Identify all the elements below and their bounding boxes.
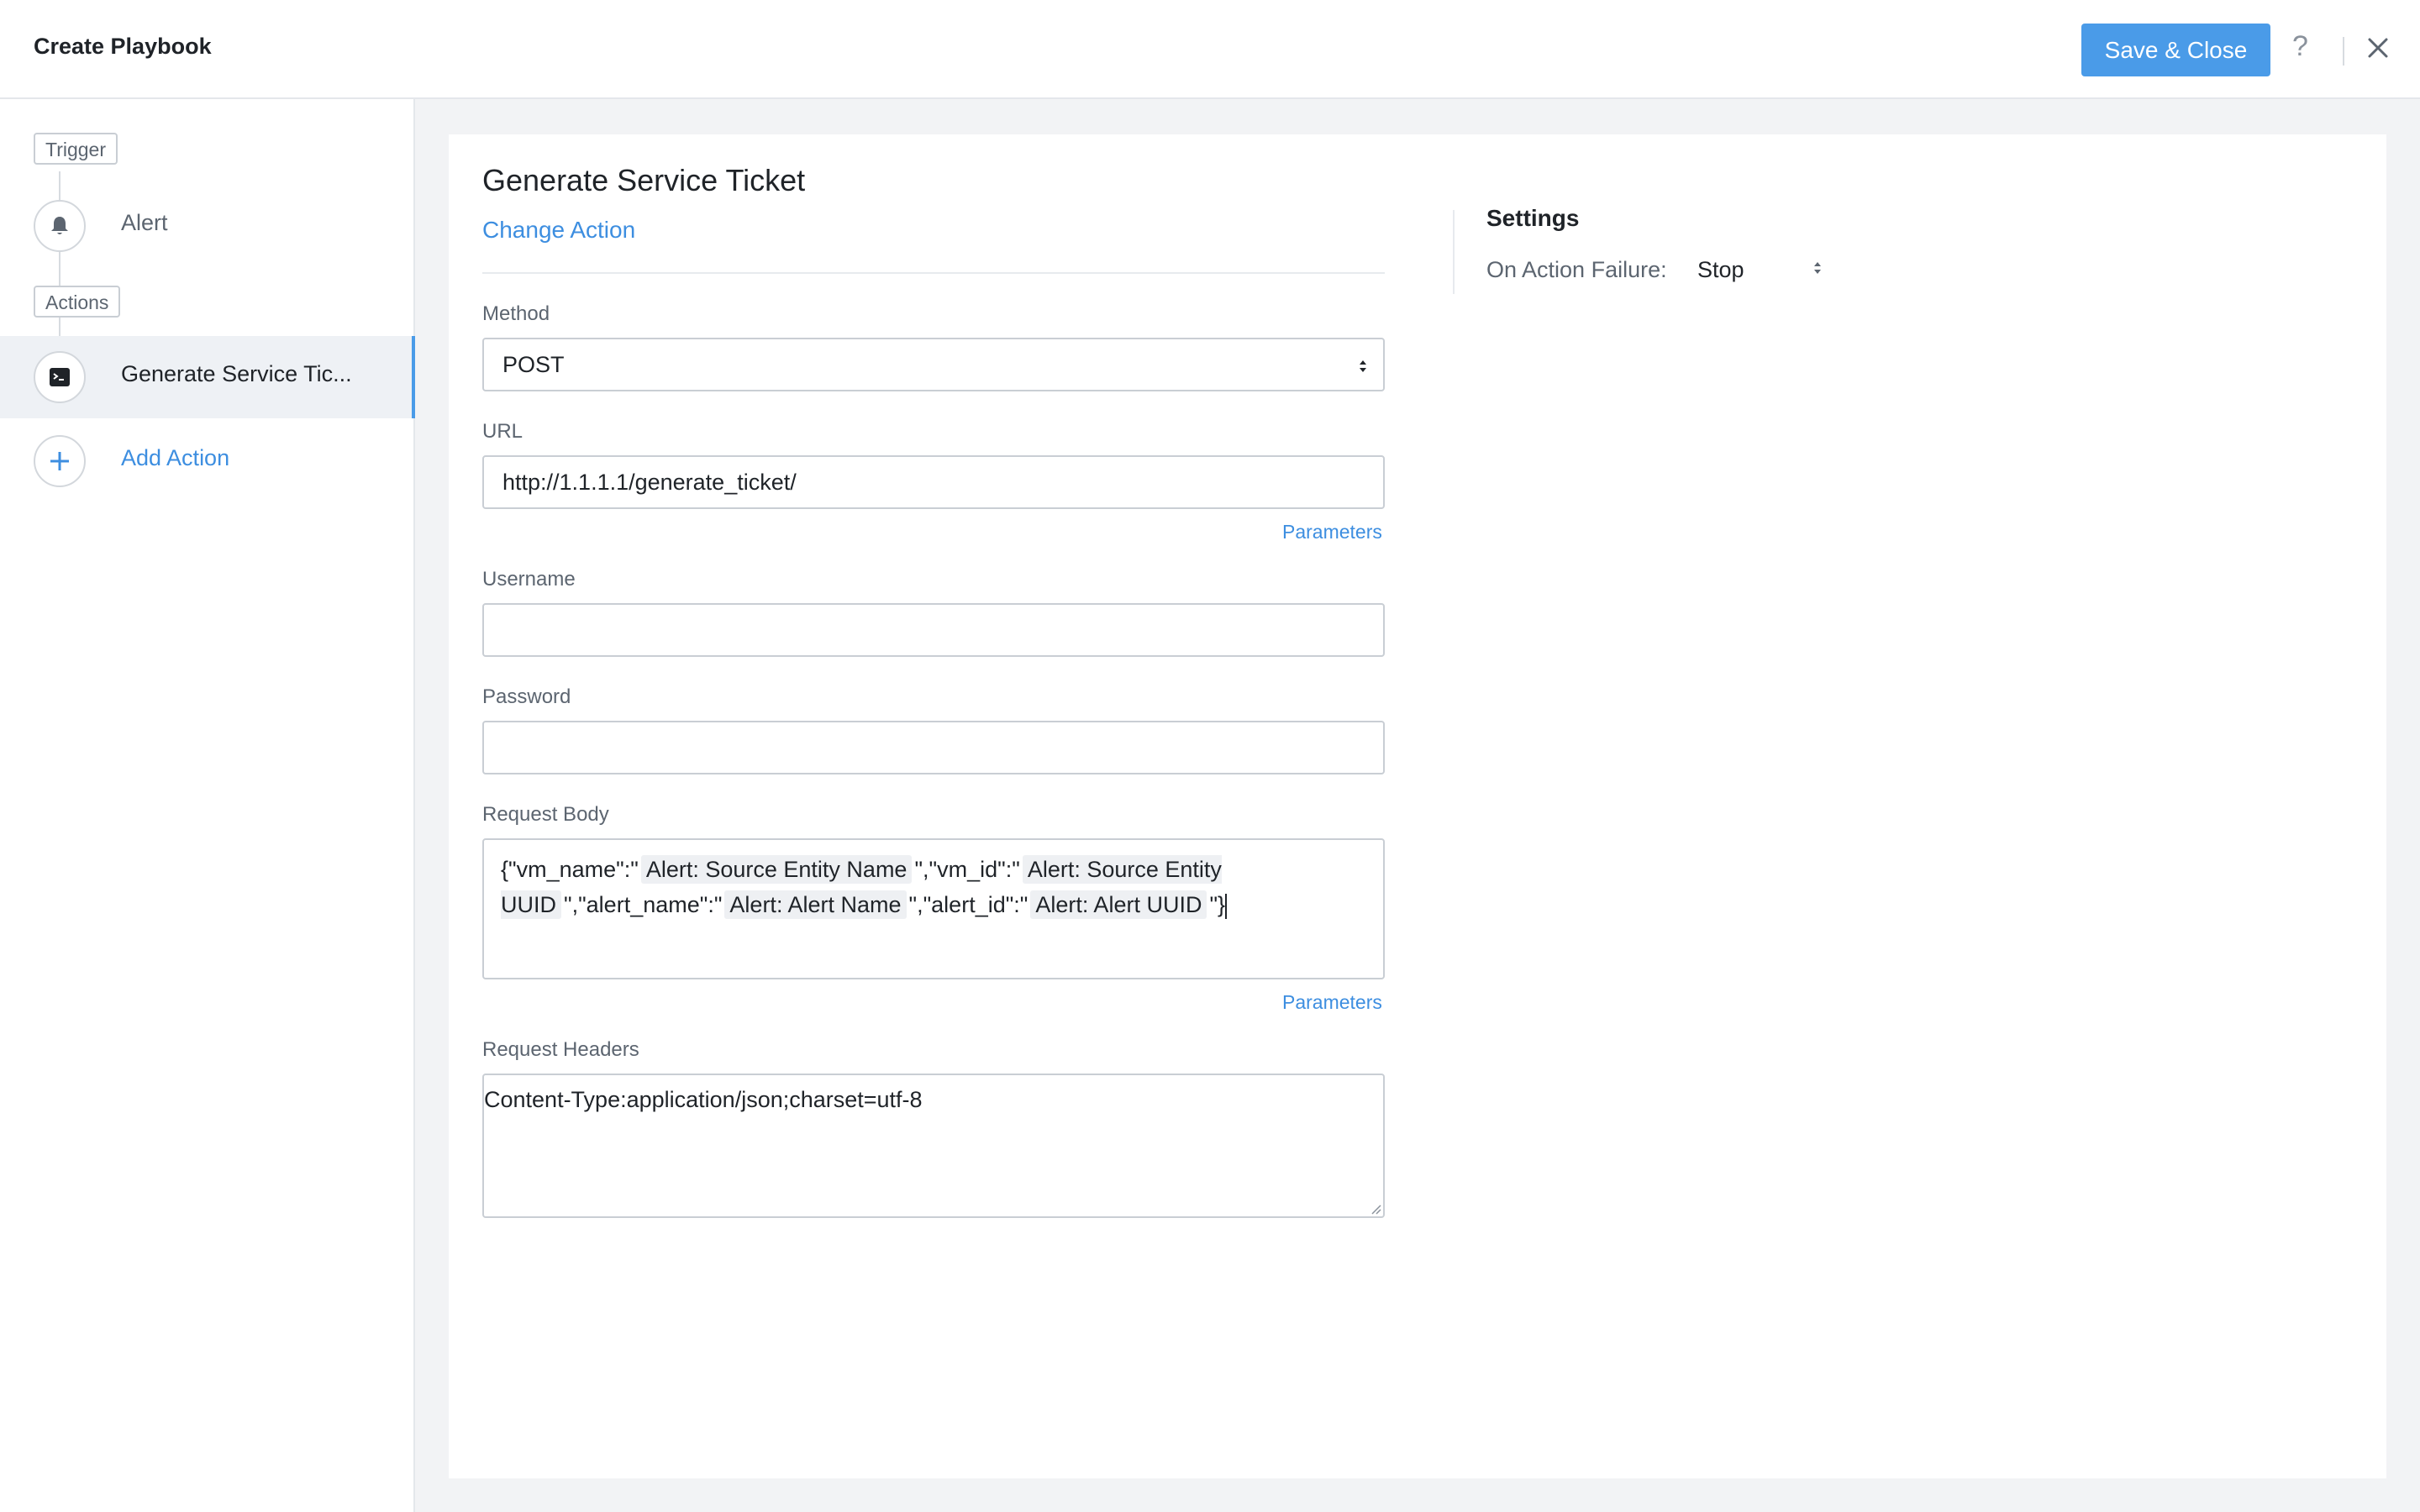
actions-tag: Actions	[34, 286, 121, 318]
sidebar-item-label[interactable]: Generate Service Tic...	[121, 361, 352, 387]
url-value: http://1.1.1.1/generate_ticket/	[502, 470, 797, 495]
parameter-token[interactable]: Alert: Alert UUID	[1030, 890, 1207, 919]
url-label: URL	[482, 420, 523, 443]
action-title: Generate Service Ticket	[482, 163, 806, 197]
trigger-tag: Trigger	[34, 133, 118, 165]
sort-arrows-icon	[1360, 360, 1366, 372]
parameter-token[interactable]: Alert: Alert Name	[724, 890, 907, 919]
bell-icon	[51, 217, 68, 234]
username-label: Username	[482, 568, 576, 591]
section-divider	[482, 272, 1385, 274]
change-action-link[interactable]: Change Action	[482, 217, 635, 244]
url-input[interactable]: http://1.1.1.1/generate_ticket/	[482, 455, 1385, 509]
request-body-content: {"vm_name":" Alert: Source Entity Name ","…	[501, 852, 1349, 922]
close-icon[interactable]	[2365, 35, 2391, 60]
request-body-label: Request Body	[482, 803, 609, 826]
on-action-failure-label: On Action Failure:	[1486, 257, 1667, 282]
settings-title: Settings	[1486, 205, 1580, 231]
save-and-close-button[interactable]: Save & Close	[2081, 24, 2270, 76]
resize-handle-icon[interactable]	[1368, 1201, 1381, 1215]
sort-arrows-icon	[1814, 262, 1821, 274]
body-parameters-link[interactable]: Parameters	[1282, 991, 1382, 1014]
password-input[interactable]	[482, 721, 1385, 774]
on-action-failure-value: Stop	[1697, 257, 1744, 282]
body-text: ","alert_name":"	[564, 892, 723, 917]
trigger-node[interactable]	[34, 200, 86, 252]
sidebar-item-alert[interactable]: Alert	[121, 210, 168, 236]
body-text: "}	[1209, 892, 1226, 917]
body-text: ","alert_id":"	[908, 892, 1028, 917]
help-icon[interactable]: ?	[2292, 32, 2308, 60]
request-headers-value: Content-Type:application/json;charset=ut…	[484, 1087, 923, 1112]
terminal-icon	[50, 368, 70, 386]
username-input[interactable]	[482, 603, 1385, 657]
url-parameters-link[interactable]: Parameters	[1282, 521, 1382, 543]
method-value: POST	[502, 352, 565, 377]
plus-icon	[50, 452, 69, 470]
settings-divider	[1453, 210, 1455, 294]
text-caret	[1225, 893, 1228, 919]
method-select[interactable]: POST	[482, 338, 1385, 391]
body-text: {"vm_name":"	[501, 857, 639, 882]
password-label: Password	[482, 685, 571, 708]
body-text: ","vm_id":"	[914, 857, 1020, 882]
method-label: Method	[482, 302, 550, 325]
request-headers-label: Request Headers	[482, 1038, 639, 1061]
parameter-token[interactable]: Alert: Source Entity Name	[640, 855, 913, 884]
page-title: Create Playbook	[34, 34, 212, 59]
top-bar: Create Playbook Save & Close ?	[0, 0, 2420, 99]
add-action-link[interactable]: Add Action	[121, 445, 229, 471]
action-node[interactable]	[34, 351, 86, 403]
add-action-node[interactable]	[34, 435, 86, 487]
request-body-editor[interactable]: {"vm_name":" Alert: Source Entity Name ","…	[482, 838, 1385, 979]
on-action-failure-select[interactable]: Stop	[1697, 257, 1823, 286]
action-panel	[449, 134, 2386, 1478]
request-headers-textarea[interactable]: Content-Type:application/json;charset=ut…	[482, 1074, 1385, 1218]
playbook-sidebar: Trigger Alert Actions Generate Service T…	[0, 99, 415, 1512]
header-divider	[2343, 37, 2344, 66]
